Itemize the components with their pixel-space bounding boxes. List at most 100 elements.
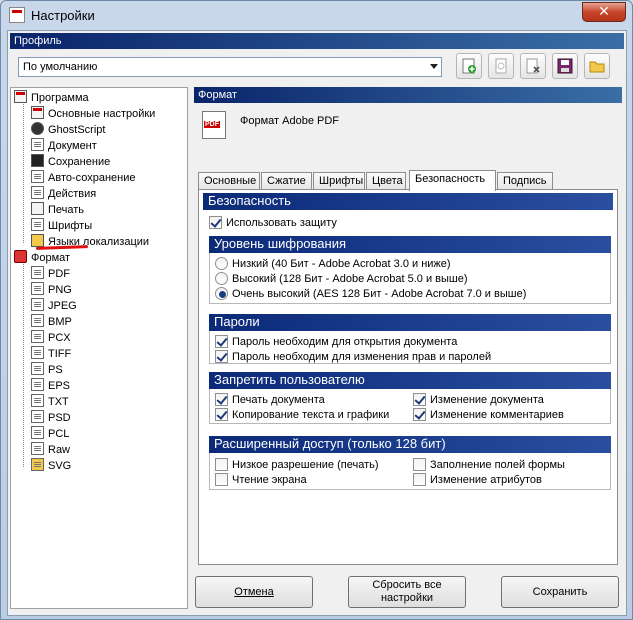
add-profile-button[interactable] xyxy=(456,53,482,79)
password-permissions-checkbox[interactable]: Пароль необходим для изменения прав и па… xyxy=(215,350,491,364)
tree-item-svg[interactable]: SVG xyxy=(31,458,71,474)
tree-item-label: PCX xyxy=(48,332,71,344)
autosave-icon xyxy=(31,170,44,183)
use-protection-checkbox[interactable]: Использовать защиту xyxy=(209,216,337,230)
passwords-header: Пароли xyxy=(209,314,611,331)
txt-file-icon xyxy=(31,394,44,407)
tree-item-pdf[interactable]: PDF xyxy=(31,266,70,282)
psd-file-icon xyxy=(31,410,44,423)
tree-connector xyxy=(23,100,24,244)
format-icon xyxy=(14,250,27,263)
tree-item-ps[interactable]: PS xyxy=(31,362,63,378)
save-button[interactable]: Сохранить xyxy=(501,576,619,608)
deny-copy-checkbox[interactable]: Копирование текста и графики xyxy=(215,408,389,422)
checkbox-box xyxy=(215,393,228,406)
tree-item-document[interactable]: Документ xyxy=(31,138,97,154)
tab-security[interactable]: Безопасность xyxy=(409,170,496,191)
save-profile-button[interactable] xyxy=(552,53,578,79)
tab-fonts[interactable]: Шрифты xyxy=(313,172,365,190)
settings-tree: Программа Основные настройки GhostScript… xyxy=(10,87,188,609)
settings-window: Настройки ✕ Профиль По умолчанию Програм… xyxy=(0,0,633,620)
pdf-format-icon xyxy=(202,111,226,139)
radio-encryption-low[interactable]: Низкий (40 Бит - Adobe Acrobat 3.0 и ниж… xyxy=(215,257,451,271)
fill-forms-checkbox[interactable]: Заполнение полей формы xyxy=(413,458,565,472)
save-icon xyxy=(31,154,44,167)
cancel-button[interactable]: Отмена xyxy=(195,576,313,608)
delete-profile-button[interactable] xyxy=(520,53,546,79)
tree-item-saving[interactable]: Сохранение xyxy=(31,154,110,170)
checkbox-label: Заполнение полей формы xyxy=(430,459,565,471)
tree-item-txt[interactable]: TXT xyxy=(31,394,69,410)
deny-modify-checkbox[interactable]: Изменение документа xyxy=(413,393,544,407)
checkbox-box xyxy=(215,350,228,363)
title-bar[interactable]: Настройки ✕ xyxy=(1,1,632,31)
deny-comments-checkbox[interactable]: Изменение комментариев xyxy=(413,408,564,422)
tree-item-autosave[interactable]: Авто-сохранение xyxy=(31,170,136,186)
tree-item-tiff[interactable]: TIFF xyxy=(31,346,71,362)
tree-connector xyxy=(23,260,24,468)
settings-icon xyxy=(31,106,44,119)
format-panel-header: Формат xyxy=(194,87,622,103)
tree-node-label: Формат xyxy=(31,252,71,264)
close-button[interactable]: ✕ xyxy=(582,2,626,22)
tree-item-label: PS xyxy=(48,364,63,376)
tree-item-print[interactable]: Печать xyxy=(31,202,84,218)
add-profile-icon xyxy=(462,58,476,74)
reset-settings-button[interactable]: Сбросить все настройки xyxy=(348,576,466,608)
password-open-checkbox[interactable]: Пароль необходим для открытия документа xyxy=(215,335,457,349)
checkbox-box xyxy=(413,473,426,486)
tab-compression[interactable]: Сжатие xyxy=(261,172,312,190)
deny-print-checkbox[interactable]: Печать документа xyxy=(215,393,325,407)
tree-item-label: Авто-сохранение xyxy=(48,172,136,184)
button-label: Сохранить xyxy=(532,585,588,598)
tree-item-eps[interactable]: EPS xyxy=(31,378,70,394)
checkbox-label: Копирование текста и графики xyxy=(232,409,390,421)
tree-item-ghostscript[interactable]: GhostScript xyxy=(31,122,105,138)
radio-label: Низкий (40 Бит - Adobe Acrobat 3.0 и ниж… xyxy=(232,258,451,270)
raw-file-icon xyxy=(31,442,44,455)
tab-general[interactable]: Основные xyxy=(198,172,260,190)
extended-header: Расширенный доступ (только 128 бит) xyxy=(209,436,611,453)
radio-encryption-very-high[interactable]: Очень высокий (AES 128 Бит - Adobe Acrob… xyxy=(215,287,526,301)
modify-attributes-checkbox[interactable]: Изменение атрибутов xyxy=(413,473,542,487)
tree-item-general[interactable]: Основные настройки xyxy=(31,106,155,122)
checkbox-label: Изменение атрибутов xyxy=(430,474,542,486)
tree-item-label: JPEG xyxy=(48,300,77,312)
tree-item-actions[interactable]: Действия xyxy=(31,186,96,202)
tree-item-raw[interactable]: Raw xyxy=(31,442,70,458)
font-icon xyxy=(31,218,44,231)
tree-item-pcx[interactable]: PCX xyxy=(31,330,71,346)
checkbox-label: Пароль необходим для изменения прав и па… xyxy=(232,351,492,363)
pcl-file-icon xyxy=(31,426,44,439)
checkbox-box xyxy=(413,408,426,421)
tree-item-jpeg[interactable]: JPEG xyxy=(31,298,77,314)
encryption-header: Уровень шифрования xyxy=(209,236,611,253)
tree-item-bmp[interactable]: BMP xyxy=(31,314,72,330)
screen-reading-checkbox[interactable]: Чтение экрана xyxy=(215,473,307,487)
tab-signature[interactable]: Подпись xyxy=(497,172,553,190)
tree-item-pcl[interactable]: PCL xyxy=(31,426,69,442)
tree-item-label: Печать xyxy=(48,204,85,216)
checkbox-box xyxy=(215,335,228,348)
tree-item-psd[interactable]: PSD xyxy=(31,410,71,426)
tree-item-label: EPS xyxy=(48,380,71,392)
rename-profile-button[interactable] xyxy=(488,53,514,79)
tree-item-label: GhostScript xyxy=(48,124,106,136)
radio-encryption-high[interactable]: Высокий (128 Бит - Adobe Acrobat 5.0 и в… xyxy=(215,272,468,286)
tree-item-png[interactable]: PNG xyxy=(31,282,72,298)
client-area: Профиль По умолчанию Программа Основные … xyxy=(7,30,627,616)
tree-node-format[interactable]: Формат xyxy=(14,250,70,266)
radio-circle xyxy=(215,287,228,300)
delete-profile-icon xyxy=(526,58,540,74)
tree-node-program[interactable]: Программа xyxy=(14,90,89,106)
low-res-print-checkbox[interactable]: Низкое разрешение (печать) xyxy=(215,458,379,472)
open-profile-button[interactable] xyxy=(584,53,610,79)
profile-select[interactable]: По умолчанию xyxy=(18,57,442,77)
png-file-icon xyxy=(31,282,44,295)
checkbox-label: Изменение документа xyxy=(430,394,544,406)
ghostscript-icon xyxy=(31,122,44,135)
checkbox-label: Печать документа xyxy=(232,394,325,406)
tab-colors[interactable]: Цвета xyxy=(366,172,406,190)
checkbox-box xyxy=(215,473,228,486)
tree-item-fonts[interactable]: Шрифты xyxy=(31,218,92,234)
